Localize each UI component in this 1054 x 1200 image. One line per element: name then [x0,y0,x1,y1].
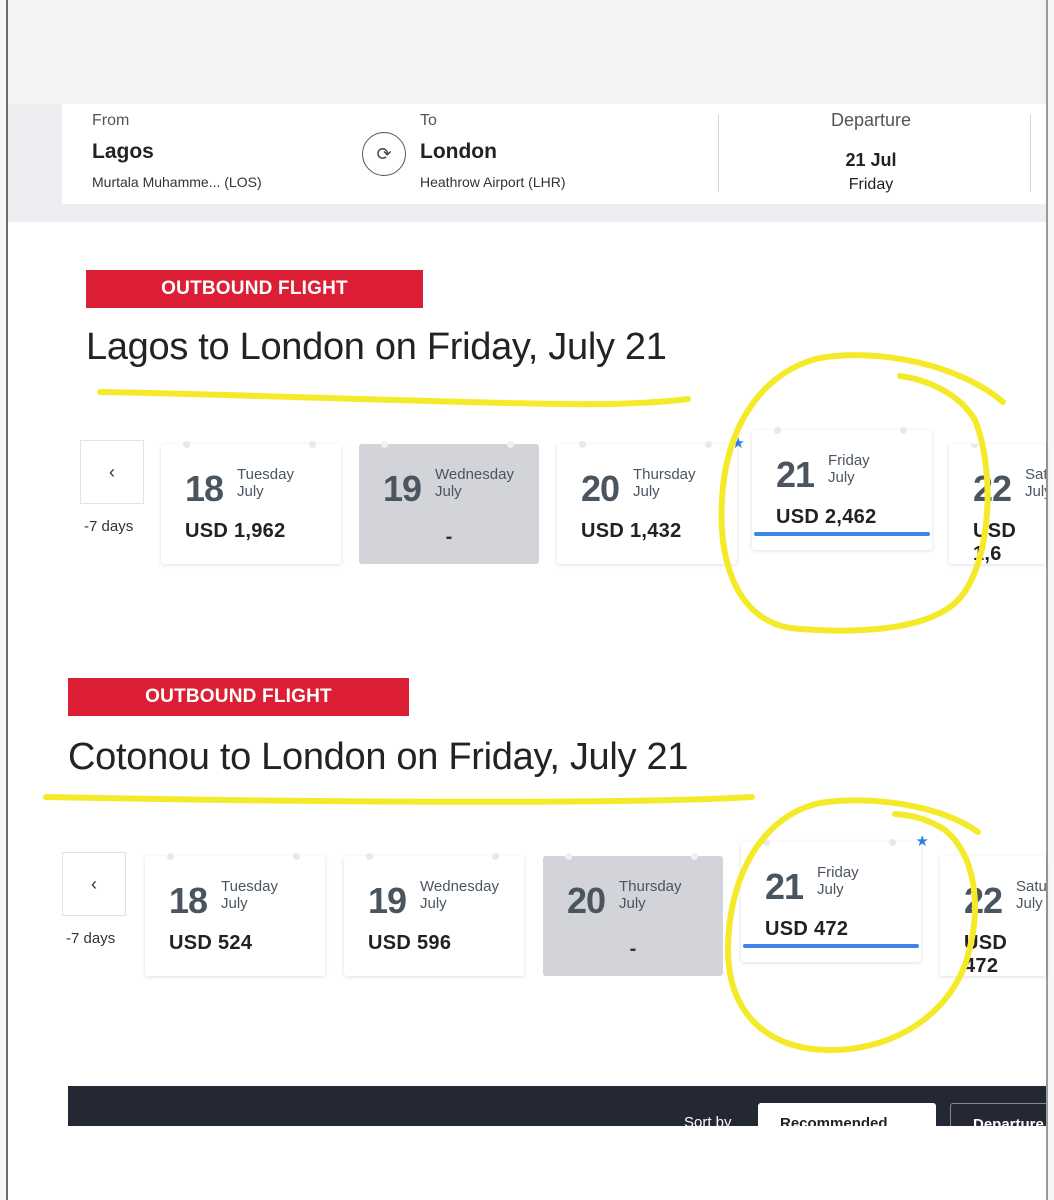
date-weekday: Tuesday [221,878,278,895]
swap-icon[interactable]: ⟳ [362,132,406,176]
from-label: From [92,112,130,129]
sort-bar: Sort by Recommended Departure [68,1086,1046,1126]
to-label: To [420,112,437,129]
date-month: July [828,469,855,486]
date-card-20[interactable]: 20 Thursday July - [543,853,723,976]
date-weekday: Friday [817,864,859,881]
date-weekday: Satu [1025,466,1046,483]
date-month: July [435,483,462,500]
date-day: 20 [581,468,620,509]
to-city[interactable]: London [420,140,497,164]
date-day: 18 [185,468,224,509]
divider [718,114,719,192]
date-day: 19 [383,468,422,509]
date-month: July [420,895,447,912]
minus-7-days-label[interactable]: -7 days [66,930,115,947]
date-month: July [619,895,646,912]
star-icon: ★ [915,833,929,850]
date-card-19[interactable]: 19 Wednesday July USD 596 [344,853,524,976]
from-city[interactable]: Lagos [92,140,154,164]
date-day: 22 [964,880,1003,921]
date-card-22[interactable]: 22 Satu July USD 472 [940,856,1046,976]
prev-week-button[interactable]: ‹ [62,852,126,916]
route-heading: Lagos to London on Friday, July 21 [86,326,667,368]
prev-week-button[interactable]: ‹ [80,440,144,504]
route-heading: Cotonou to London on Friday, July 21 [68,736,689,778]
page-content: From Lagos Murtala Muhamme... (LOS) ⟳ To… [8,0,1046,1200]
date-price: USD 1,6 [973,520,1017,564]
date-card-18[interactable]: 18 Tuesday July USD 1,962 [161,441,341,564]
date-month: July [817,881,844,898]
selected-indicator [754,532,930,536]
date-day: 21 [765,866,804,907]
date-weekday: Friday [828,452,870,469]
date-day: 18 [169,880,208,921]
date-price: USD 472 [964,932,1008,976]
date-month: July [1016,895,1043,912]
date-day: 19 [368,880,407,921]
departure-date[interactable]: 21 Jul [786,150,956,171]
departure-label: Departure [830,110,912,130]
date-card-18[interactable]: 18 Tuesday July USD 524 [145,853,325,976]
date-card-21-selected[interactable]: 21 Friday July USD 2,462 [752,427,932,550]
date-price-unavailable: - [629,938,637,960]
date-weekday: Satu [1016,878,1046,895]
date-month: July [633,483,660,500]
date-day: 21 [776,454,815,495]
date-month: July [1025,483,1046,500]
outbound-flight-badge: OUTBOUND FLIGHT [86,270,423,308]
date-card-19[interactable]: 19 Wednesday July - [359,441,539,564]
sort-by-label: Sort by [684,1114,732,1126]
sort-departure-button[interactable]: Departure [950,1103,1046,1126]
date-weekday: Tuesday [237,466,294,483]
date-price-unavailable: - [445,526,453,548]
date-day: 20 [567,880,606,921]
chevron-left-icon: ‹ [109,461,115,482]
date-day: 22 [973,468,1012,509]
date-price: USD 1,962 [185,520,286,542]
search-summary-bar: From Lagos Murtala Muhamme... (LOS) ⟳ To… [8,104,1046,222]
date-price: USD 596 [368,932,452,954]
date-price: USD 524 [169,932,253,954]
to-airport: Heathrow Airport (LHR) [420,174,566,190]
date-price: USD 2,462 [776,506,877,528]
date-weekday: Thursday [633,466,696,483]
divider [1030,114,1031,192]
selected-indicator [743,944,919,948]
minus-7-days-label[interactable]: -7 days [84,518,133,535]
date-weekday: Wednesday [435,466,514,483]
from-airport: Murtala Muhamme... (LOS) [92,174,262,190]
date-card-20[interactable]: ★ 20 Thursday July USD 1,432 [557,435,745,564]
outbound-flight-badge: OUTBOUND FLIGHT [68,678,409,716]
date-card-21-selected[interactable]: ★ 21 Friday July USD 472 [741,833,929,962]
star-icon: ★ [731,435,745,452]
departure-day: Friday [848,176,894,193]
sort-recommended-button[interactable]: Recommended [758,1103,936,1126]
search-summary-card: From Lagos Murtala Muhamme... (LOS) ⟳ To… [62,104,1046,204]
date-price: USD 1,432 [581,520,682,542]
top-spacer [8,0,1046,104]
date-month: July [237,483,264,500]
date-price: USD 472 [765,918,849,940]
date-weekday: Thursday [619,878,682,895]
date-card-22[interactable]: 22 Satu July USD 1,6 [949,444,1046,564]
screenshot-border-right [1046,0,1048,1200]
chevron-left-icon: ‹ [91,873,97,894]
date-month: July [221,895,248,912]
date-weekday: Wednesday [420,878,499,895]
